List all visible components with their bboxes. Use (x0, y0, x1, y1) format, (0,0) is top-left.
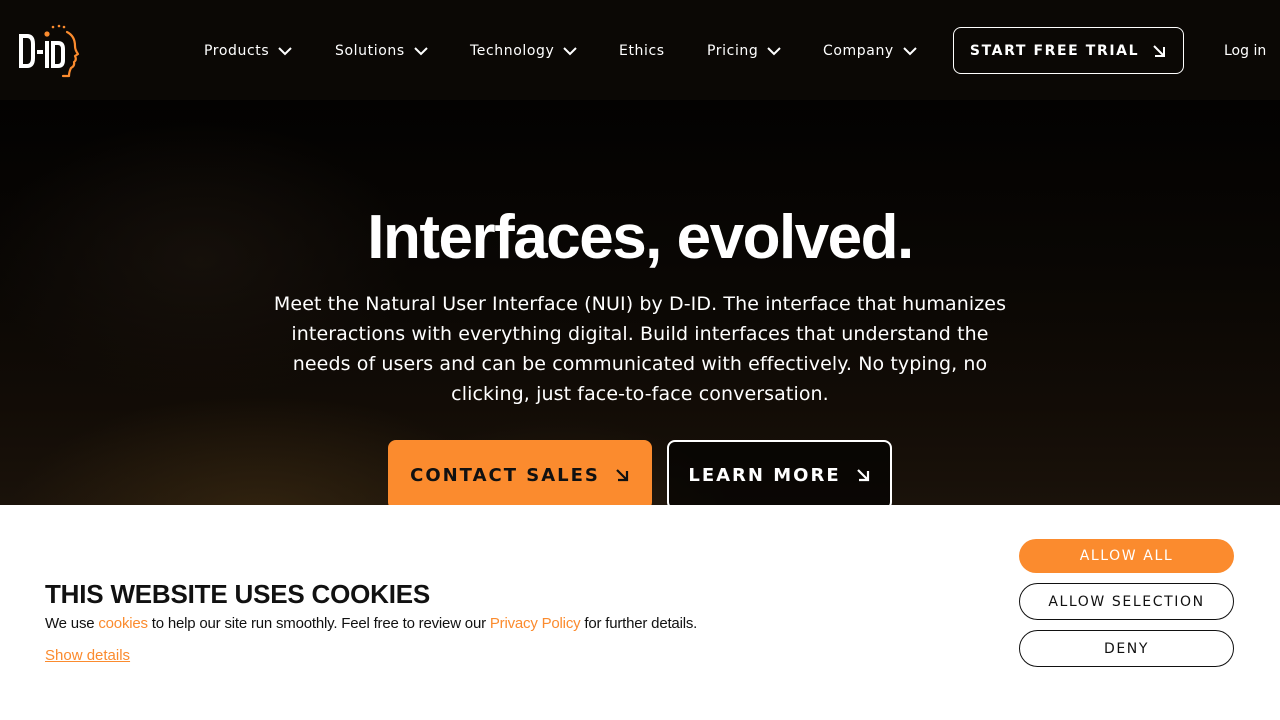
nav-item-technology[interactable]: Technology (470, 40, 578, 62)
nav-item-solutions[interactable]: Solutions (335, 40, 429, 62)
nav-item-pricing[interactable]: Pricing (707, 40, 782, 62)
learn-more-label: LEARN MORE (688, 464, 841, 486)
main-nav: Products Solutions Technology Ethics Pri… (0, 0, 1280, 100)
site-header: Products Solutions Technology Ethics Pri… (0, 0, 1280, 100)
login-link[interactable]: Log in (1224, 40, 1266, 62)
nav-item-company[interactable]: Company (823, 40, 918, 62)
contact-sales-label: CONTACT SALES (410, 464, 600, 486)
privacy-policy-link[interactable]: Privacy Policy (490, 615, 581, 632)
start-free-trial-button[interactable]: START FREE TRIAL (953, 27, 1184, 74)
chevron-down-icon (414, 47, 428, 56)
contact-sales-button[interactable]: CONTACT SALES (388, 440, 652, 505)
hero-section: Interfaces, evolved. Meet the Natural Us… (0, 100, 1280, 505)
cookie-banner-text: We use cookies to help our site run smoo… (45, 615, 697, 632)
deny-button[interactable]: DENY (1019, 630, 1234, 667)
arrow-down-right-icon (1153, 44, 1166, 57)
learn-more-button[interactable]: LEARN MORE (667, 440, 892, 505)
cookie-banner: THIS WEBSITE USES COOKIES We use cookies… (0, 505, 1280, 720)
start-free-trial-label: START FREE TRIAL (969, 42, 1140, 59)
nav-item-label: Solutions (335, 43, 405, 59)
nav-item-label: Products (204, 43, 270, 59)
nav-item-label: Ethics (619, 43, 665, 59)
chevron-down-icon (767, 47, 782, 56)
chevron-down-icon (278, 47, 292, 56)
hero-subtitle: Meet the Natural User Interface (NUI) by… (273, 293, 1007, 405)
arrow-down-right-icon (856, 469, 869, 482)
allow-selection-button[interactable]: ALLOW SELECTION (1019, 583, 1234, 620)
arrow-down-right-icon (616, 469, 628, 482)
nav-item-label: Company (823, 43, 894, 59)
cookies-link[interactable]: cookies (98, 615, 148, 632)
allow-all-button[interactable]: ALLOW ALL (1019, 539, 1234, 573)
cookie-banner-title: THIS WEBSITE USES COOKIES (45, 579, 431, 609)
nav-item-products[interactable]: Products (204, 40, 293, 62)
nav-item-ethics[interactable]: Ethics (619, 40, 665, 62)
cookie-text-before: We use (45, 615, 99, 632)
chevron-down-icon (903, 47, 917, 56)
nav-item-label: Technology (470, 43, 555, 59)
show-details-link[interactable]: Show details (45, 647, 130, 664)
hero-title: Interfaces, evolved. (367, 203, 914, 272)
cookie-text-after: for further details. (580, 615, 698, 632)
chevron-down-icon (563, 47, 578, 56)
cookie-text-middle: to help our site run smoothly. Feel free… (147, 615, 490, 632)
nav-item-label: Pricing (707, 43, 759, 59)
